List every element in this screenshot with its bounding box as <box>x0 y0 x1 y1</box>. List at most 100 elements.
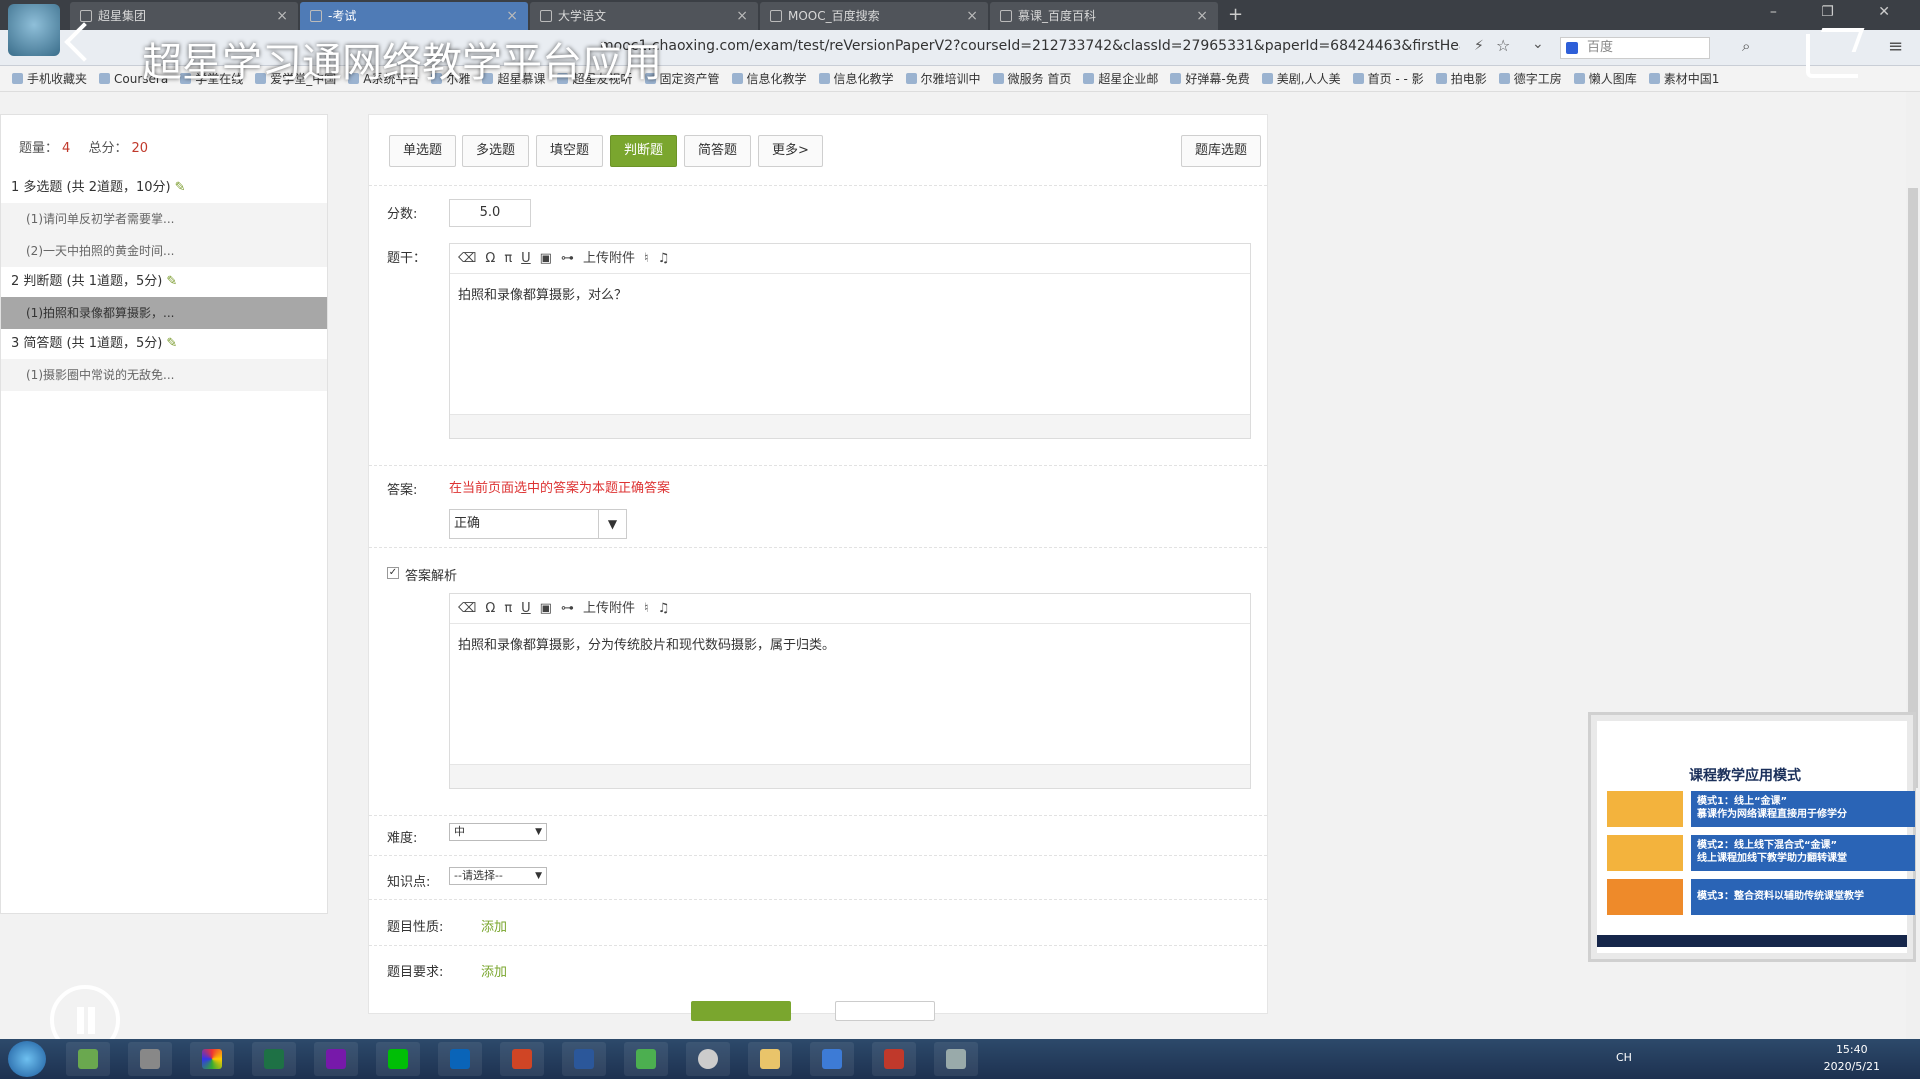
add-requirement-link[interactable]: 添加 <box>481 961 507 980</box>
bolt-icon[interactable]: ⚡ <box>1474 38 1484 54</box>
omega-icon[interactable]: Ω <box>485 251 495 266</box>
question-bank-button[interactable]: 题库选题 <box>1181 135 1262 167</box>
scrollbar-thumb[interactable] <box>1908 188 1918 788</box>
tab-2[interactable]: -考试 × <box>300 2 528 30</box>
add-nature-link[interactable]: 添加 <box>481 916 507 935</box>
media-player-icon[interactable] <box>624 1042 668 1076</box>
group-short-answer[interactable]: 3 简答题 (共 1道题，5分) ✎ <box>1 329 327 359</box>
type-short-answer[interactable]: 简答题 <box>684 135 752 167</box>
excel-icon[interactable] <box>252 1042 296 1076</box>
tab-1[interactable]: 超星集团 × <box>70 2 298 30</box>
upload-attachment-button[interactable]: 上传附件 <box>583 251 635 266</box>
close-icon[interactable]: × <box>506 2 518 30</box>
folder-icon[interactable] <box>748 1042 792 1076</box>
explain-checkbox[interactable]: ✓ <box>387 567 399 579</box>
tab-3[interactable]: 大学语文 × <box>530 2 758 30</box>
music-icon[interactable]: ♫ <box>658 601 670 616</box>
underline-icon[interactable]: U <box>521 251 531 266</box>
close-icon[interactable]: × <box>276 2 288 30</box>
upload-attachment-button[interactable]: 上传附件 <box>583 601 635 616</box>
pencil-icon[interactable]: ✎ <box>166 336 177 351</box>
onenote-icon[interactable] <box>314 1042 358 1076</box>
link-icon[interactable]: ⊶ <box>561 251 574 266</box>
underline-icon[interactable]: U <box>521 601 531 616</box>
word-icon[interactable] <box>562 1042 606 1076</box>
knowledge-select[interactable]: --请选择-- ▼ <box>449 867 547 885</box>
link-icon[interactable]: ⊶ <box>561 601 574 616</box>
taskbar-app[interactable] <box>934 1042 978 1076</box>
bookmark-item[interactable]: 手机收藏夹 <box>12 66 87 91</box>
clock[interactable]: 15:40 2020/5/21 <box>1824 1041 1880 1075</box>
image-icon[interactable]: ▣ <box>540 251 552 266</box>
bookmark-item[interactable]: 好弹幕-免费 <box>1170 66 1249 91</box>
bookmark-item[interactable]: 德字工房 <box>1499 66 1562 91</box>
bookmark-item[interactable]: 素材中国1 <box>1649 66 1720 91</box>
pencil-icon[interactable]: ✎ <box>166 274 177 289</box>
type-true-false[interactable]: 判断题 <box>610 135 678 167</box>
list-item[interactable]: (2)一天中拍照的黄金时间... <box>1 235 327 267</box>
bookmark-item[interactable]: 拍电影 <box>1436 66 1487 91</box>
input-lang[interactable]: CH <box>1616 1051 1632 1064</box>
bookmark-item[interactable]: 首页 - - 影 <box>1353 66 1424 91</box>
stem-text[interactable]: 拍照和录像都算摄影，对么？ <box>450 274 1250 313</box>
taskbar-app[interactable] <box>810 1042 854 1076</box>
window-controls[interactable]: – ❐ ✕ <box>1770 4 1910 20</box>
pi-icon[interactable]: π <box>504 251 512 266</box>
search-icon[interactable]: ⌕ <box>1742 37 1750 55</box>
list-item[interactable]: (1)请问单反初学者需要掌... <box>1 203 327 235</box>
close-icon[interactable]: × <box>1196 2 1208 30</box>
taskbar-app[interactable] <box>190 1042 234 1076</box>
list-item[interactable]: (1)摄影圈中常说的无敌免... <box>1 359 327 391</box>
start-button[interactable] <box>8 1041 46 1077</box>
share-icon[interactable] <box>1806 34 1858 78</box>
eraser-icon[interactable]: ⌫ <box>458 601 476 616</box>
chevron-down-icon[interactable]: ▼ <box>598 510 626 538</box>
bookmark-item[interactable]: 信息化教学 <box>819 66 894 91</box>
taskbar-app[interactable] <box>66 1042 110 1076</box>
eraser-icon[interactable]: ⌫ <box>458 251 476 266</box>
save-button[interactable] <box>691 1001 791 1021</box>
outlook-icon[interactable] <box>438 1042 482 1076</box>
explain-editor[interactable]: ⌫ Ωπ U ▣ ⊶ 上传附件 ♮ ♫ 拍照和录像都算摄影，分为传统胶片和现代数码摄影，属于归… <box>449 593 1251 789</box>
score-input[interactable]: 5.0 <box>449 199 531 227</box>
new-tab-button[interactable]: + <box>1228 4 1243 25</box>
pi-icon[interactable]: π <box>504 601 512 616</box>
bookmark-item[interactable]: 美剧,人人美 <box>1262 66 1341 91</box>
answer-select[interactable]: 正确 ▼ <box>449 509 627 539</box>
taskbar-app[interactable] <box>872 1042 916 1076</box>
stem-editor[interactable]: ⌫ Ωπ U ▣ ⊶ 上传附件 ♮ ♫ 拍照和录像都算摄影，对么？ <box>449 243 1251 439</box>
group-true-false[interactable]: 2 判断题 (共 1道题，5分) ✎ <box>1 267 327 297</box>
type-more[interactable]: 更多> <box>758 135 823 167</box>
group-multiple-choice[interactable]: 1 多选题 (共 2道题，10分) ✎ <box>1 173 327 203</box>
type-multiple-choice[interactable]: 多选题 <box>462 135 530 167</box>
microphone-icon[interactable]: ♮ <box>644 601 649 616</box>
close-icon[interactable]: × <box>966 2 978 30</box>
type-single-choice[interactable]: 单选题 <box>389 135 457 167</box>
star-icon[interactable]: ☆ <box>1496 36 1510 55</box>
search-engine-box[interactable]: 百度 <box>1560 37 1710 59</box>
explain-text[interactable]: 拍照和录像都算摄影，分为传统胶片和现代数码摄影，属于归类。 <box>450 624 1250 663</box>
bookmark-item[interactable]: 信息化教学 <box>732 66 807 91</box>
pencil-icon[interactable]: ✎ <box>175 180 186 195</box>
music-icon[interactable]: ♫ <box>658 251 670 266</box>
type-fill-blank[interactable]: 填空题 <box>536 135 604 167</box>
close-icon[interactable]: × <box>736 2 748 30</box>
url-field[interactable]: mooc1.chaoxing.com/exam/test/reVersionPa… <box>600 38 1460 60</box>
cancel-button[interactable] <box>835 1001 935 1021</box>
bookmark-item[interactable]: 超星企业邮 <box>1083 66 1158 91</box>
powerpoint-icon[interactable] <box>500 1042 544 1076</box>
microphone-icon[interactable]: ♮ <box>644 251 649 266</box>
image-icon[interactable]: ▣ <box>540 601 552 616</box>
iqiyi-icon[interactable] <box>376 1042 420 1076</box>
taskbar-app[interactable] <box>686 1042 730 1076</box>
tab-5[interactable]: 慕课_百度百科 × <box>990 2 1218 30</box>
omega-icon[interactable]: Ω <box>485 601 495 616</box>
chevron-down-icon[interactable]: ⌄ <box>1532 36 1544 52</box>
taskbar-app[interactable] <box>128 1042 172 1076</box>
bookmark-item[interactable]: 懒人图库 <box>1574 66 1637 91</box>
menu-icon[interactable]: ≡ <box>1888 36 1903 57</box>
bookmark-item[interactable]: 尔雅培训中 <box>906 66 981 91</box>
difficulty-select[interactable]: 中 ▼ <box>449 823 547 841</box>
bookmark-item[interactable]: 微服务 首页 <box>993 66 1072 91</box>
list-item-selected[interactable]: (1)拍照和录像都算摄影，... <box>1 297 327 329</box>
